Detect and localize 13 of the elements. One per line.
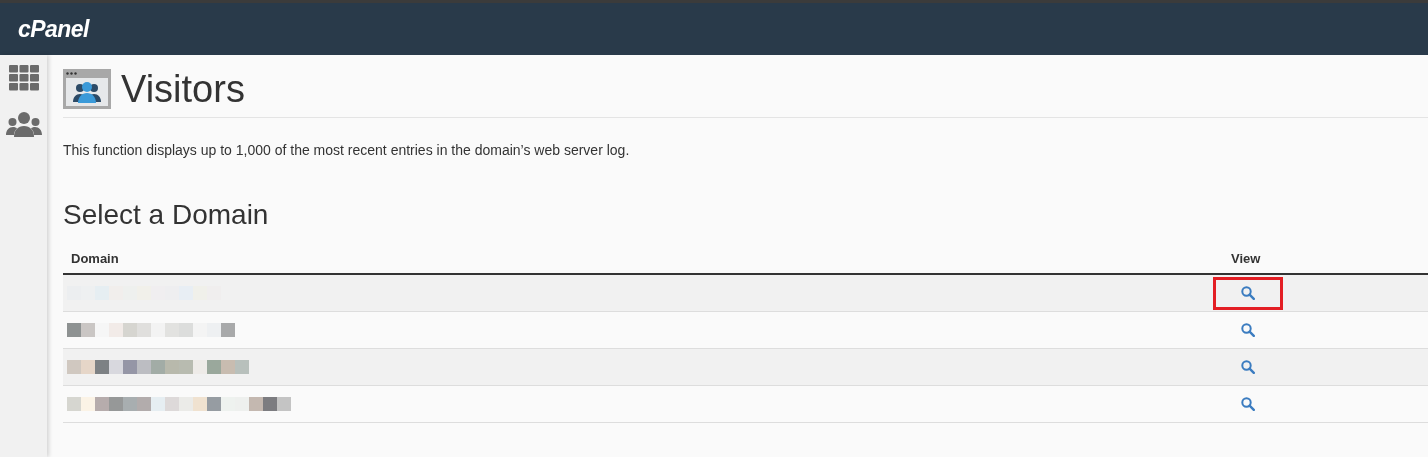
visitors-icon: [63, 69, 111, 109]
page-title: Visitors: [121, 70, 245, 108]
column-header: View: [1231, 250, 1261, 268]
search-icon[interactable]: [1241, 323, 1255, 337]
section-title: Select a Domain: [63, 201, 270, 229]
column-header: Domain: [70, 250, 120, 268]
page-description: This function displays up to 1,000 of the most recent entries in the domain’s web server log.: [63, 141, 631, 160]
search-icon[interactable]: [1241, 360, 1255, 374]
search-icon[interactable]: [1241, 397, 1255, 411]
users-icon[interactable]: [5, 111, 42, 137]
logo[interactable]: cPanel: [18, 11, 89, 47]
app-grid-icon[interactable]: [8, 65, 39, 91]
search-icon[interactable]: [1241, 286, 1255, 300]
